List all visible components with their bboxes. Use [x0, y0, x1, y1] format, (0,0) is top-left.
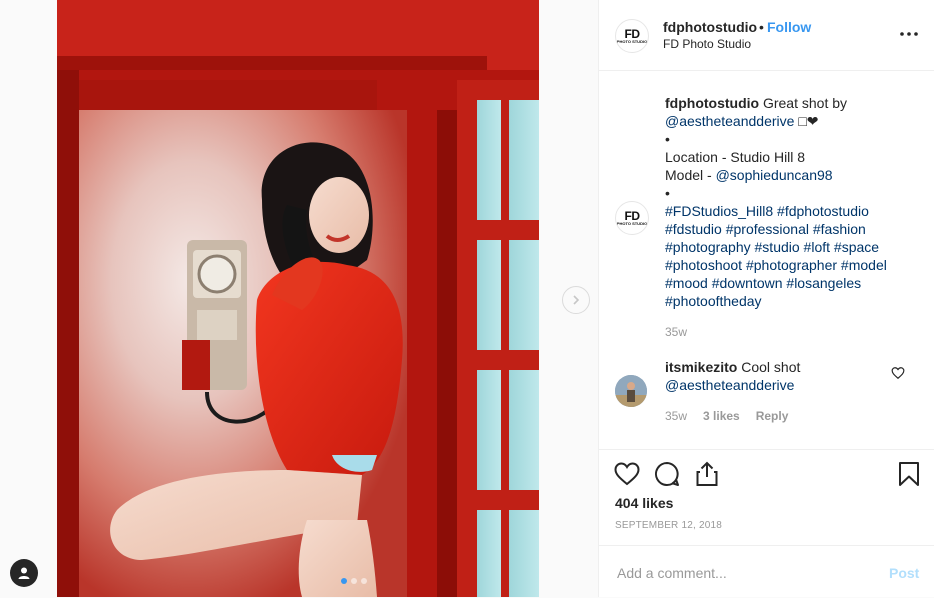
post-actions-bar: [599, 449, 934, 500]
comment-timestamp[interactable]: 35w: [665, 409, 687, 423]
carousel-indicator: [341, 578, 367, 584]
caption-model-mention[interactable]: @sophieduncan98: [716, 167, 833, 183]
avatar-logo-subtext: PHOTO STUDIO: [616, 220, 648, 226]
avatar-logo-subtext: PHOTO STUDIO: [616, 38, 648, 44]
author-avatar[interactable]: FD PHOTO STUDIO: [615, 19, 649, 53]
caption-location: Location - Studio Hill 8: [665, 149, 806, 165]
post-header: FD PHOTO STUDIO fdphotostudio • Follow F…: [599, 0, 934, 71]
post-caption: fdphotostudio Great shot by @aestheteand…: [665, 94, 915, 310]
comment-input[interactable]: [615, 562, 869, 584]
comment-meta: 35w 3 likes Reply: [665, 409, 788, 423]
caption-model-prefix: Model -: [665, 167, 716, 183]
caption-mention[interactable]: @aestheteandderive: [665, 113, 794, 129]
share-icon[interactable]: [693, 460, 721, 488]
commenter-avatar[interactable]: [615, 375, 647, 407]
post-image[interactable]: [57, 0, 539, 597]
caption-intro-text: Great shot by: [762, 95, 848, 111]
bookmark-icon[interactable]: [895, 460, 923, 488]
person-icon: [18, 567, 30, 579]
more-options-icon[interactable]: [897, 24, 921, 44]
caption-bullet: •: [665, 131, 670, 147]
post-comment-button[interactable]: Post: [889, 565, 919, 581]
follow-button[interactable]: Follow: [767, 19, 811, 35]
avatar-logo-text: FD: [624, 26, 641, 41]
comment-text: Cool shot: [741, 359, 801, 375]
comment-item: itsmikezito Cool shot @aestheteandderive: [665, 358, 885, 394]
like-count[interactable]: 404 likes: [615, 495, 673, 511]
caption-author-avatar[interactable]: FD PHOTO STUDIO: [615, 201, 649, 235]
commenter-photo: [615, 375, 647, 407]
avatar-logo-text: FD: [624, 208, 641, 223]
author-full-name: FD Photo Studio: [663, 37, 752, 51]
carousel-dot-1: [341, 578, 347, 584]
carousel-dot-3: [361, 578, 367, 584]
comment-username[interactable]: itsmikezito: [665, 359, 737, 375]
tagged-people-button[interactable]: [10, 559, 38, 587]
caption-username[interactable]: fdphotostudio: [665, 95, 759, 111]
comment-bubble-icon[interactable]: [653, 460, 681, 488]
post-date[interactable]: SEPTEMBER 12, 2018: [615, 520, 722, 531]
caption-bullet: •: [665, 185, 670, 201]
add-comment-bar: Post: [599, 545, 934, 598]
reply-button[interactable]: Reply: [756, 409, 789, 423]
carousel-dot-2: [351, 578, 357, 584]
caption-timestamp[interactable]: 35w: [665, 325, 687, 339]
like-comment-heart-icon[interactable]: [891, 366, 905, 380]
author-username[interactable]: fdphotostudio: [663, 19, 757, 35]
comment-likes[interactable]: 3 likes: [703, 409, 740, 423]
caption-hashtags[interactable]: #FDStudios_Hill8 #fdphotostudio #fdstudi…: [665, 203, 887, 309]
chevron-right-icon: [573, 295, 580, 305]
header-separator: •: [759, 19, 764, 35]
post-photo-illustration: [57, 0, 539, 597]
next-image-button[interactable]: [562, 286, 590, 314]
post-details-panel: FD PHOTO STUDIO fdphotostudio • Follow F…: [598, 0, 934, 597]
comment-mention[interactable]: @aestheteandderive: [665, 377, 794, 393]
like-heart-icon[interactable]: [613, 460, 641, 488]
caption-emoji: □❤: [798, 113, 819, 129]
